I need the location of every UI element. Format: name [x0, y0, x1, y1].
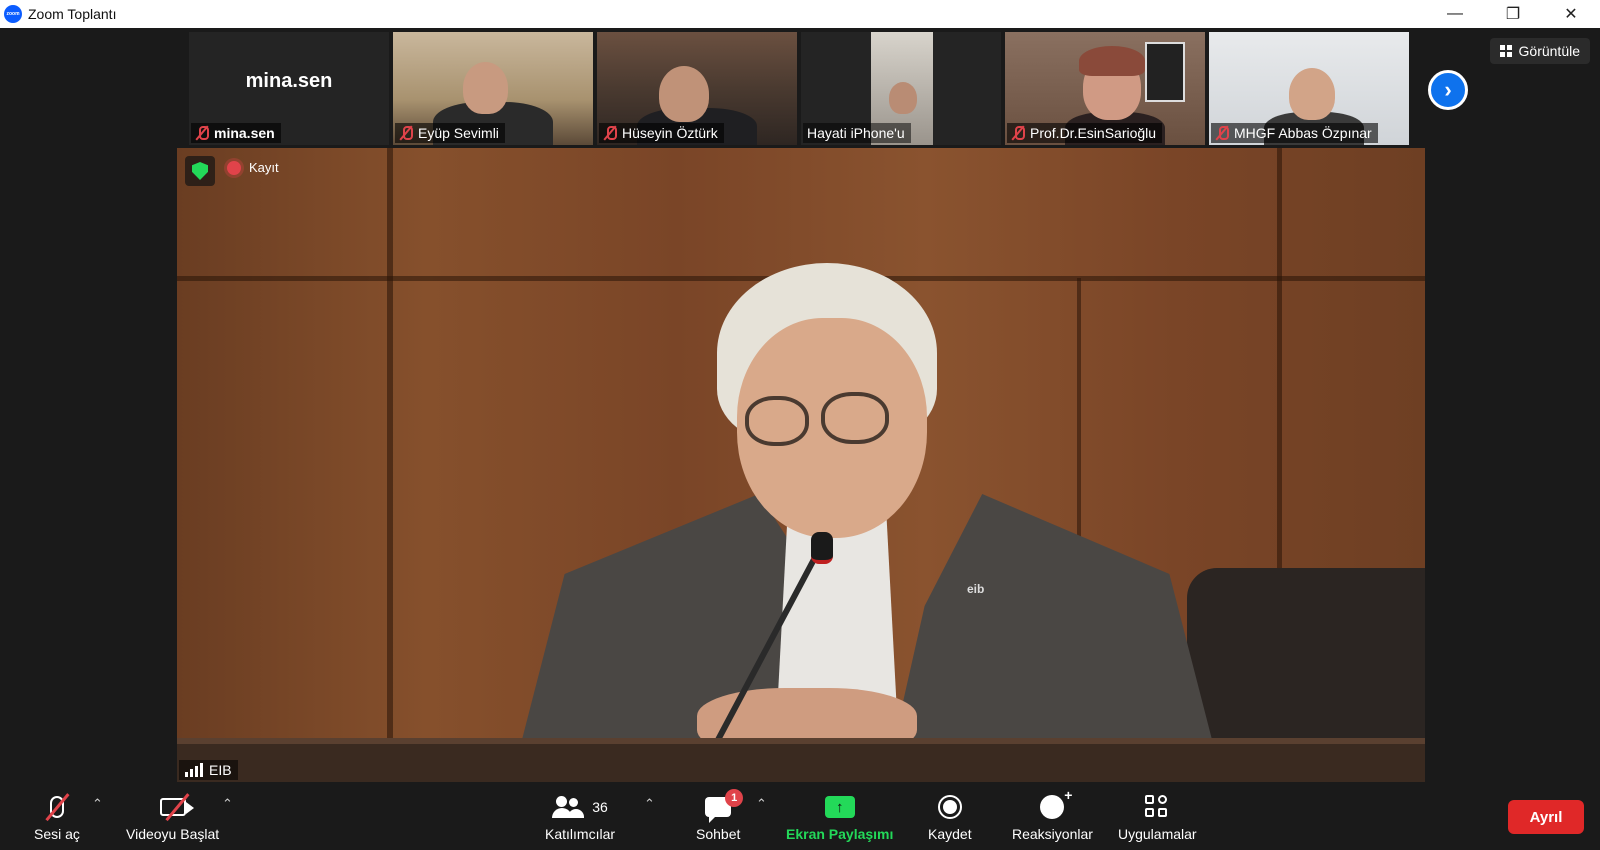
- start-video-label: Videoyu Başlat: [126, 826, 220, 842]
- participant-tile[interactable]: mina.sen mina.sen: [189, 32, 389, 145]
- chevron-right-icon: ›: [1444, 77, 1452, 102]
- chat-button[interactable]: 1 Sohbet: [696, 789, 744, 842]
- close-button[interactable]: ✕: [1542, 0, 1600, 28]
- title-bar: zoom Zoom Toplantı — ❐ ✕: [0, 0, 1600, 28]
- apps-icon: [1145, 795, 1169, 819]
- grid-icon: [1499, 45, 1512, 57]
- chat-icon: 1: [705, 789, 744, 823]
- shield-icon: [192, 162, 208, 180]
- record-icon: [937, 795, 962, 819]
- mic-muted-icon: [1215, 125, 1229, 141]
- meeting-toolbar: Sesi aç ⌃ Videoyu Başlat ⌃ 36 Katılımcıl…: [0, 784, 1600, 850]
- participants-icon: [552, 796, 585, 818]
- participant-name: Prof.Dr.EsinSarioğlu: [1030, 125, 1157, 141]
- share-screen-button[interactable]: ↑ Ekran Paylaşımı: [786, 792, 893, 842]
- audio-options-caret[interactable]: ⌃: [92, 796, 103, 812]
- window-title: Zoom Toplantı: [28, 6, 117, 22]
- participant-name-label: Hayati iPhone'u: [803, 123, 911, 143]
- reactions-button[interactable]: Reaksiyonlar: [1012, 787, 1093, 842]
- participant-name: Eyüp Sevimli: [418, 125, 499, 141]
- unmute-label: Sesi aç: [34, 826, 80, 842]
- recording-label: Kayıt: [249, 160, 279, 175]
- mic-muted-icon: [603, 125, 617, 141]
- minimize-button[interactable]: —: [1426, 0, 1484, 28]
- mic-muted-icon: [399, 125, 413, 141]
- view-button[interactable]: Görüntüle: [1489, 38, 1590, 64]
- next-page-button[interactable]: ›: [1428, 70, 1468, 110]
- participant-tile[interactable]: Hayati iPhone'u: [801, 32, 1001, 145]
- participant-name-label: Eyüp Sevimli: [395, 123, 505, 143]
- lapel-badge: eib: [967, 582, 985, 596]
- zoom-logo-icon: zoom: [4, 5, 22, 23]
- apps-label: Uygulamalar: [1118, 826, 1197, 842]
- speaker-name-label: EIB: [179, 760, 238, 780]
- signal-strength-icon: [185, 763, 203, 777]
- participants-label: Katılımcılar: [545, 826, 616, 842]
- video-options-caret[interactable]: ⌃: [222, 796, 233, 812]
- participant-tile[interactable]: MHGF Abbas Özpınar: [1209, 32, 1409, 145]
- active-speaker-video[interactable]: eib Kayıt EIB: [177, 148, 1425, 782]
- participant-name: Hayati iPhone'u: [807, 125, 905, 141]
- participant-tile[interactable]: Prof.Dr.EsinSarioğlu: [1005, 32, 1205, 145]
- leave-button[interactable]: Ayrıl: [1508, 800, 1584, 834]
- participant-name-label: MHGF Abbas Özpınar: [1211, 123, 1378, 143]
- mic-muted-icon: [195, 125, 209, 141]
- participant-strip: mina.sen mina.sen Eyüp Sevimli Hüseyin Ö…: [189, 32, 1409, 145]
- participant-tile[interactable]: Eyüp Sevimli: [393, 32, 593, 145]
- reactions-label: Reaksiyonlar: [1012, 826, 1093, 842]
- participants-count: 36: [592, 799, 608, 815]
- recording-indicator[interactable]: Kayıt: [227, 160, 279, 175]
- record-label: Kaydet: [928, 826, 972, 842]
- participant-name: mina.sen: [214, 125, 275, 141]
- participant-tile[interactable]: Hüseyin Öztürk: [597, 32, 797, 145]
- participant-name-label: Hüseyin Öztürk: [599, 123, 724, 143]
- share-screen-icon: ↑: [824, 796, 855, 818]
- participants-button[interactable]: 36 Katılımcılar: [545, 792, 615, 842]
- view-button-label: Görüntüle: [1518, 43, 1580, 59]
- restore-button[interactable]: ❐: [1484, 0, 1542, 28]
- speaker-name: EIB: [209, 762, 232, 778]
- chat-options-caret[interactable]: ⌃: [756, 796, 767, 812]
- mic-muted-icon: [1011, 125, 1025, 141]
- encryption-shield-button[interactable]: [185, 156, 215, 186]
- participant-display-name: mina.sen: [245, 70, 333, 92]
- start-video-button[interactable]: Videoyu Başlat: [126, 792, 219, 842]
- participants-options-caret[interactable]: ⌃: [644, 796, 655, 812]
- participant-name-label: Prof.Dr.EsinSarioğlu: [1007, 123, 1163, 143]
- unmute-button[interactable]: Sesi aç: [34, 792, 80, 842]
- smiley-icon: [1040, 787, 1072, 819]
- participant-name: MHGF Abbas Özpınar: [1234, 125, 1372, 141]
- window-controls: — ❐ ✕: [1426, 0, 1600, 28]
- record-dot-icon: [227, 160, 241, 175]
- participant-name-label: mina.sen: [191, 123, 281, 143]
- share-screen-label: Ekran Paylaşımı: [786, 826, 894, 842]
- chat-unread-badge: 1: [725, 789, 744, 807]
- apps-button[interactable]: Uygulamalar: [1118, 792, 1197, 842]
- record-button[interactable]: Kaydet: [928, 792, 972, 842]
- participant-name: Hüseyin Öztürk: [622, 125, 718, 141]
- chat-label: Sohbet: [696, 826, 741, 842]
